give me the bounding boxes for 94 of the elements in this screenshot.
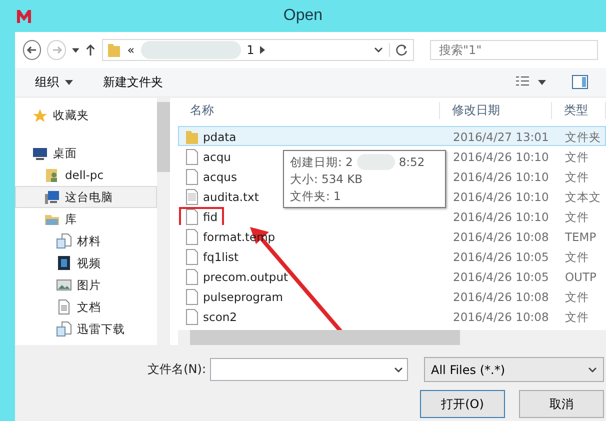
file-name: acqu: [179, 147, 237, 165]
file-name: audita.txt: [179, 187, 265, 205]
caret-icon: [65, 80, 73, 84]
file-type: 文本文: [564, 190, 602, 204]
file-icon: [185, 229, 199, 245]
sidebar-item[interactable]: 桌面: [15, 142, 157, 164]
modified-date: 2016/4/26 10:08: [452, 290, 550, 304]
modified-date: 2016/4/26 10:10: [452, 150, 550, 164]
window-title: Open: [282, 7, 324, 25]
modified-date: 2016/4/26 10:10: [452, 170, 550, 184]
path-overflow: «: [127, 43, 135, 57]
tooltip-text: 创建日期: 2: [290, 154, 353, 170]
file-type: OUTP: [564, 270, 598, 284]
organize-button[interactable]: 组织: [33, 72, 75, 92]
sidebar-item[interactable]: 这台电脑: [15, 186, 157, 208]
modified-date: 2016/4/26 10:10: [452, 210, 550, 224]
file-icon: [185, 269, 199, 285]
horizontal-scrollbar[interactable]: [178, 330, 606, 345]
view-options-icon[interactable]: [516, 76, 546, 88]
sidebar-scrollbar[interactable]: [157, 98, 170, 345]
sidebar-item[interactable]: dell-pc: [15, 164, 157, 186]
star-icon: [32, 108, 48, 124]
tooltip-text: 大小: 534 KB: [290, 172, 363, 187]
cancel-button[interactable]: 取消: [519, 390, 604, 418]
documents-icon: [56, 321, 72, 337]
search-field[interactable]: 搜索"1": [430, 40, 598, 60]
chevron-icon: [588, 366, 597, 372]
file-icon: [185, 289, 199, 305]
file-name: acqus: [179, 167, 243, 185]
tooltip-text: 文件夹: 1: [290, 189, 341, 204]
file-type: 文件: [564, 170, 590, 184]
folder-icon: [107, 42, 122, 58]
file-type-dropdown[interactable]: All Files (*.*): [424, 357, 604, 382]
chevron-icon: [374, 47, 384, 53]
modified-date: 2016/4/26 10:05: [452, 250, 550, 264]
text-file-icon: [185, 189, 199, 205]
documents-icon: [56, 233, 72, 249]
sidebar-item[interactable]: 图片: [15, 274, 157, 296]
preview-pane-icon[interactable]: [572, 75, 588, 89]
file-type: 文件夹: [564, 130, 602, 144]
back-button[interactable]: [23, 40, 42, 60]
sidebar-item[interactable]: 库: [15, 208, 157, 230]
user-folder-icon: [44, 167, 60, 183]
file-icon: [185, 149, 199, 165]
file-type: TEMP: [564, 230, 598, 244]
file-name: pulseprogram: [179, 287, 289, 305]
address-bar[interactable]: « 1: [102, 39, 414, 61]
file-name: precom.output: [179, 267, 294, 285]
app-logo-icon: [16, 8, 34, 24]
file-icon: [185, 309, 199, 325]
image-icon: [56, 277, 72, 293]
folder-icon: [185, 129, 199, 145]
file-icon: [185, 249, 199, 265]
path-label: 1: [246, 43, 254, 57]
monitor-icon: [32, 145, 48, 161]
arrow-right-icon: [50, 44, 63, 56]
film-icon: [56, 255, 72, 271]
modified-date: 2016/4/26 10:05: [452, 270, 550, 284]
chevron-right-icon: [260, 46, 266, 54]
tooltip-text: 8:52: [398, 155, 425, 169]
sidebar-item[interactable]: 材料: [15, 230, 157, 252]
open-button[interactable]: 打开(O): [420, 390, 505, 418]
sidebar-item[interactable]: 视频: [15, 252, 157, 274]
file-name: pdata: [179, 127, 242, 145]
filename-label: 文件名(N):: [148, 361, 206, 378]
computer-icon: [44, 189, 60, 205]
file-type: 文件: [564, 250, 590, 264]
file-name: fq1list: [179, 247, 245, 265]
filename-field[interactable]: [210, 358, 408, 381]
sidebar-item[interactable]: 文档: [15, 296, 157, 318]
modified-date: 2016/4/27 13:01: [452, 130, 550, 144]
up-arrow-icon[interactable]: [85, 43, 96, 57]
column-header[interactable]: 名称: [178, 102, 440, 119]
file-type: 文件: [564, 210, 590, 224]
column-header[interactable]: 修改日期: [440, 102, 552, 119]
file-type: 文件: [564, 290, 590, 304]
modified-date: 2016/4/26 10:08: [452, 310, 550, 324]
arrow-left-icon: [26, 44, 38, 56]
modified-date: 2016/4/26 10:10: [452, 190, 550, 204]
file-type: 文件: [564, 150, 590, 164]
selected-row[interactable]: pdata 2016/4/27 13:01 文件夹: [178, 126, 606, 146]
file-icon: [185, 169, 199, 185]
sidebar-item[interactable]: 收藏夹: [15, 104, 157, 142]
column-header[interactable]: 类型: [552, 102, 606, 119]
sidebar-item[interactable]: 迅雷下载: [15, 318, 157, 340]
file-name: fid: [179, 207, 224, 225]
new-folder-button[interactable]: 新建文件夹: [101, 72, 165, 92]
modified-date: 2016/4/26 10:08: [452, 230, 550, 244]
file-type: 文件: [564, 310, 590, 324]
file-name: scon2: [179, 307, 243, 325]
file-icon: [185, 209, 199, 225]
history-caret-icon: [72, 48, 80, 52]
document-icon: [56, 299, 72, 315]
chevron-icon: [394, 366, 403, 372]
